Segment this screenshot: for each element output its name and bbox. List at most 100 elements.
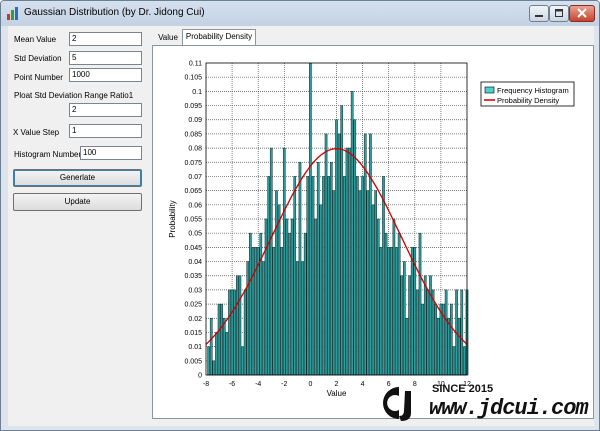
x-tick-label: 0 — [308, 381, 312, 388]
y-tick-label: 0.085 — [184, 131, 202, 138]
histogram-bar — [298, 162, 302, 376]
ratio-input[interactable]: 2 — [69, 103, 142, 117]
histogram-bar — [361, 176, 364, 376]
histogram-bar — [418, 232, 422, 376]
tab-probability-density[interactable]: Probability Density — [182, 29, 256, 46]
histogram-bar — [403, 261, 406, 376]
minimize-icon — [535, 15, 543, 17]
y-tick-label: 0.01 — [188, 344, 202, 351]
histogram-bar — [267, 176, 270, 376]
y-tick-label: 0.015 — [184, 330, 202, 337]
histogram-bar — [436, 318, 440, 376]
std-input[interactable]: 5 — [69, 51, 142, 65]
histogram-bar — [293, 176, 297, 376]
watermark-since: SINCE 2015 — [432, 383, 494, 395]
histogram-bar — [416, 289, 419, 376]
histogram-bar — [275, 190, 278, 376]
histogram-bar — [319, 204, 323, 376]
histogram-bar — [222, 318, 226, 376]
y-tick-label: 0.095 — [184, 103, 202, 110]
histogram-bar — [460, 289, 464, 376]
y-tick-label: 0.03 — [188, 287, 202, 294]
histogram-bar — [209, 318, 213, 376]
title-bar[interactable]: Gaussian Distribution (by Dr. Jidong Cui… — [1, 1, 599, 26]
histogram-bar — [243, 289, 247, 376]
y-tick-label: 0.05 — [188, 231, 202, 238]
close-button[interactable] — [569, 5, 595, 22]
x-tick-label: -6 — [229, 381, 235, 388]
minimize-button[interactable] — [529, 5, 549, 22]
app-icon — [7, 7, 18, 20]
histogram-bar — [343, 176, 346, 376]
histogram-bar — [463, 346, 466, 376]
histogram-bar — [452, 346, 456, 376]
histogram-bar — [230, 289, 234, 376]
histogram-bar — [212, 360, 216, 376]
probability-chart: 0 0.005 0.01 0.015 0.02 0.025 0.03 0.035 0.04 0.0… — [168, 61, 575, 398]
close-icon — [577, 8, 587, 18]
histogram-bar — [450, 303, 453, 376]
generate-button[interactable]: Generlate — [13, 169, 142, 187]
y-tick-label: 0.065 — [184, 188, 202, 195]
histogram-bar — [429, 275, 432, 376]
y-tick-label: 0.08 — [188, 146, 202, 153]
histogram-bar — [215, 332, 218, 376]
y-tick-label: 0.105 — [184, 75, 202, 82]
xstep-input[interactable]: 1 — [69, 124, 142, 138]
histogram-bar — [309, 62, 312, 376]
histogram-bar — [439, 303, 443, 376]
histogram-bar — [408, 275, 411, 376]
tab-panel: 0 0.005 0.01 0.015 0.02 0.025 0.03 0.035 0.04 0.0… — [152, 45, 594, 419]
main-window: Gaussian Distribution (by Dr. Jidong Cui… — [0, 0, 600, 431]
histogram-bar — [389, 247, 393, 376]
ratio-label: Ploat Std Deviation Range Ratio1 — [14, 91, 134, 100]
watermark: SINCE 2015 www.jdcui.com — [373, 379, 593, 424]
histogram-bar — [322, 176, 325, 376]
histogram-bar — [426, 289, 430, 376]
legend-label-histogram: Frequency Histogram — [497, 86, 569, 95]
histogram-bar — [285, 218, 289, 376]
histogram-bar — [311, 176, 315, 376]
histogram-bar — [345, 147, 349, 376]
x-tick-label: 2 — [335, 381, 339, 388]
points-input[interactable]: 1000 — [69, 68, 142, 82]
histogram-bar — [340, 105, 344, 376]
y-tick-label: 0.11 — [189, 61, 202, 68]
histogram-bar — [400, 275, 404, 376]
hist-input[interactable]: 100 — [80, 146, 142, 160]
y-axis-label: Probability — [168, 200, 177, 237]
histogram-bar — [369, 133, 372, 376]
histogram-bar — [225, 332, 229, 376]
histogram-bar — [332, 190, 336, 376]
histogram-bar — [397, 232, 401, 376]
x-tick-label: 4 — [361, 381, 365, 388]
tab-value[interactable]: Value — [154, 31, 182, 46]
histogram-bar — [384, 232, 388, 376]
maximize-button[interactable] — [549, 5, 569, 22]
watermark-url: www.jdcui.com — [429, 396, 589, 421]
histogram-bar — [259, 232, 263, 376]
histogram-bar — [335, 119, 338, 376]
histogram-bar — [272, 247, 276, 376]
window-title: Gaussian Distribution (by Dr. Jidong Cui… — [24, 7, 205, 18]
y-tick-label: 0.09 — [188, 117, 202, 124]
y-tick-label: 0.045 — [184, 245, 202, 252]
x-axis-label: Value — [327, 389, 347, 398]
histogram-bar — [217, 303, 221, 376]
x-tick-label: -8 — [203, 381, 209, 388]
histogram-bar — [262, 261, 265, 376]
mean-input[interactable]: 2 — [69, 32, 142, 46]
maximize-icon — [555, 9, 563, 17]
chart-legend: Frequency HistogramProbability Density — [480, 81, 575, 107]
histogram-bar — [444, 289, 448, 376]
hist-label: Histogram Number — [14, 150, 82, 159]
update-button[interactable]: Update — [13, 193, 142, 211]
histogram-bar — [296, 261, 299, 376]
histogram-bar — [264, 218, 268, 376]
histogram-bar — [306, 176, 310, 376]
histogram-bar — [269, 147, 273, 376]
histogram-bar — [457, 318, 461, 376]
histogram-bar — [228, 289, 231, 376]
x-tick-label: -4 — [255, 381, 261, 388]
histogram-bar — [277, 204, 281, 376]
